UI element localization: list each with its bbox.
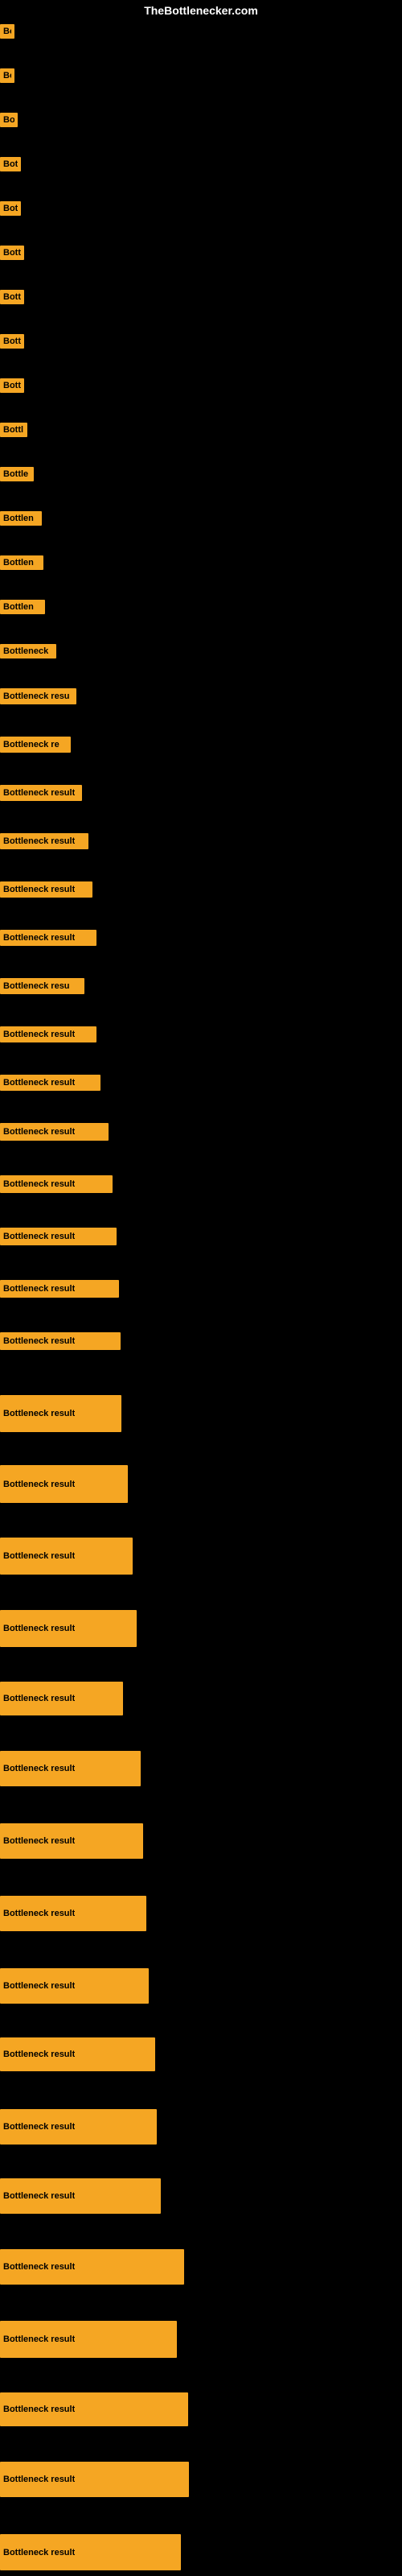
bar-item-43: Bottleneck result bbox=[0, 2392, 188, 2426]
bar-item-19: Bottleneck result bbox=[0, 881, 92, 898]
bar-item-1: Bo bbox=[0, 68, 14, 83]
bar-label-15: Bottleneck resu bbox=[3, 691, 70, 701]
bar-item-13: Bottlen bbox=[0, 600, 45, 614]
bar-item-27: Bottleneck result bbox=[0, 1280, 119, 1298]
bar-label-25: Bottleneck result bbox=[3, 1179, 75, 1189]
bar-item-16: Bottleneck re bbox=[0, 737, 71, 753]
bar-item-39: Bottleneck result bbox=[0, 2109, 157, 2145]
bar-item-41: Bottleneck result bbox=[0, 2249, 184, 2285]
bar-item-37: Bottleneck result bbox=[0, 1968, 149, 2004]
bar-label-36: Bottleneck result bbox=[3, 1909, 75, 1918]
bar-label-28: Bottleneck result bbox=[3, 1336, 75, 1346]
bar-item-29: Bottleneck result bbox=[0, 1395, 121, 1432]
bar-label-40: Bottleneck result bbox=[3, 2191, 75, 2201]
bar-item-42: Bottleneck result bbox=[0, 2321, 177, 2358]
bar-label-9: Bottl bbox=[3, 425, 23, 435]
bar-label-39: Bottleneck result bbox=[3, 2122, 75, 2132]
bar-label-44: Bottleneck result bbox=[3, 2475, 75, 2484]
bar-label-2: Bot bbox=[3, 115, 14, 125]
bar-item-32: Bottleneck result bbox=[0, 1610, 137, 1647]
bar-item-15: Bottleneck resu bbox=[0, 688, 76, 704]
bar-label-33: Bottleneck result bbox=[3, 1694, 75, 1703]
bar-label-3: Bott bbox=[3, 159, 18, 169]
bar-label-37: Bottleneck result bbox=[3, 1981, 75, 1991]
bar-label-20: Bottleneck result bbox=[3, 933, 75, 943]
bar-label-32: Bottleneck result bbox=[3, 1624, 75, 1633]
bar-item-4: Bott bbox=[0, 201, 21, 216]
site-title: TheBottlenecker.com bbox=[144, 4, 258, 17]
bar-item-8: Bott bbox=[0, 378, 24, 393]
bar-item-22: Bottleneck result bbox=[0, 1026, 96, 1042]
bar-label-30: Bottleneck result bbox=[3, 1480, 75, 1489]
bar-item-44: Bottleneck result bbox=[0, 2462, 189, 2497]
bar-label-0: Bo bbox=[3, 27, 11, 36]
bar-item-40: Bottleneck result bbox=[0, 2178, 161, 2214]
bar-item-25: Bottleneck result bbox=[0, 1175, 113, 1193]
bar-label-21: Bottleneck resu bbox=[3, 981, 70, 991]
bar-item-12: Bottlen bbox=[0, 555, 43, 570]
bar-label-42: Bottleneck result bbox=[3, 2334, 75, 2344]
bar-item-11: Bottlen bbox=[0, 511, 42, 526]
bar-item-23: Bottleneck result bbox=[0, 1075, 100, 1091]
bar-item-34: Bottleneck result bbox=[0, 1751, 141, 1786]
bar-label-35: Bottleneck result bbox=[3, 1836, 75, 1846]
bar-label-12: Bottlen bbox=[3, 558, 34, 568]
bar-item-3: Bott bbox=[0, 157, 21, 171]
bar-item-45: Bottleneck result bbox=[0, 2534, 181, 2570]
bar-item-26: Bottleneck result bbox=[0, 1228, 117, 1245]
bar-label-24: Bottleneck result bbox=[3, 1127, 75, 1137]
bar-label-19: Bottleneck result bbox=[3, 885, 75, 894]
bar-label-1: Bo bbox=[3, 71, 11, 80]
bar-label-18: Bottleneck result bbox=[3, 836, 75, 846]
bar-item-2: Bot bbox=[0, 113, 18, 127]
bar-label-29: Bottleneck result bbox=[3, 1409, 75, 1418]
bar-item-20: Bottleneck result bbox=[0, 930, 96, 946]
bar-item-7: Bott bbox=[0, 334, 24, 349]
bar-label-17: Bottleneck result bbox=[3, 788, 75, 798]
bar-item-35: Bottleneck result bbox=[0, 1823, 143, 1859]
bar-item-30: Bottleneck result bbox=[0, 1465, 128, 1503]
bar-label-45: Bottleneck result bbox=[3, 2548, 75, 2557]
bar-label-14: Bottleneck bbox=[3, 646, 48, 656]
bar-label-6: Bott bbox=[3, 292, 21, 302]
bar-item-5: Bott bbox=[0, 246, 24, 260]
bar-label-16: Bottleneck re bbox=[3, 740, 59, 749]
bar-label-11: Bottlen bbox=[3, 514, 34, 523]
bar-item-36: Bottleneck result bbox=[0, 1896, 146, 1931]
bar-label-43: Bottleneck result bbox=[3, 2405, 75, 2414]
bar-label-10: Bottle bbox=[3, 469, 28, 479]
bar-item-28: Bottleneck result bbox=[0, 1332, 121, 1350]
bar-label-27: Bottleneck result bbox=[3, 1284, 75, 1294]
bar-label-13: Bottlen bbox=[3, 602, 34, 612]
bar-label-22: Bottleneck result bbox=[3, 1030, 75, 1039]
bar-item-6: Bott bbox=[0, 290, 24, 304]
bar-label-8: Bott bbox=[3, 381, 21, 390]
bar-label-41: Bottleneck result bbox=[3, 2262, 75, 2272]
bar-label-23: Bottleneck result bbox=[3, 1078, 75, 1088]
bar-label-31: Bottleneck result bbox=[3, 1551, 75, 1561]
bar-item-18: Bottleneck result bbox=[0, 833, 88, 849]
bar-item-24: Bottleneck result bbox=[0, 1123, 109, 1141]
bar-label-4: Bott bbox=[3, 204, 18, 213]
bar-item-38: Bottleneck result bbox=[0, 2037, 155, 2071]
bar-item-33: Bottleneck result bbox=[0, 1682, 123, 1715]
bar-label-38: Bottleneck result bbox=[3, 2050, 75, 2059]
bar-label-7: Bott bbox=[3, 336, 21, 346]
bar-label-26: Bottleneck result bbox=[3, 1232, 75, 1241]
bar-item-31: Bottleneck result bbox=[0, 1538, 133, 1575]
bar-label-34: Bottleneck result bbox=[3, 1764, 75, 1773]
bar-item-9: Bottl bbox=[0, 423, 27, 437]
bar-item-17: Bottleneck result bbox=[0, 785, 82, 801]
bar-item-0: Bo bbox=[0, 24, 14, 39]
bar-item-21: Bottleneck resu bbox=[0, 978, 84, 994]
bar-item-14: Bottleneck bbox=[0, 644, 56, 658]
bar-label-5: Bott bbox=[3, 248, 21, 258]
bar-item-10: Bottle bbox=[0, 467, 34, 481]
